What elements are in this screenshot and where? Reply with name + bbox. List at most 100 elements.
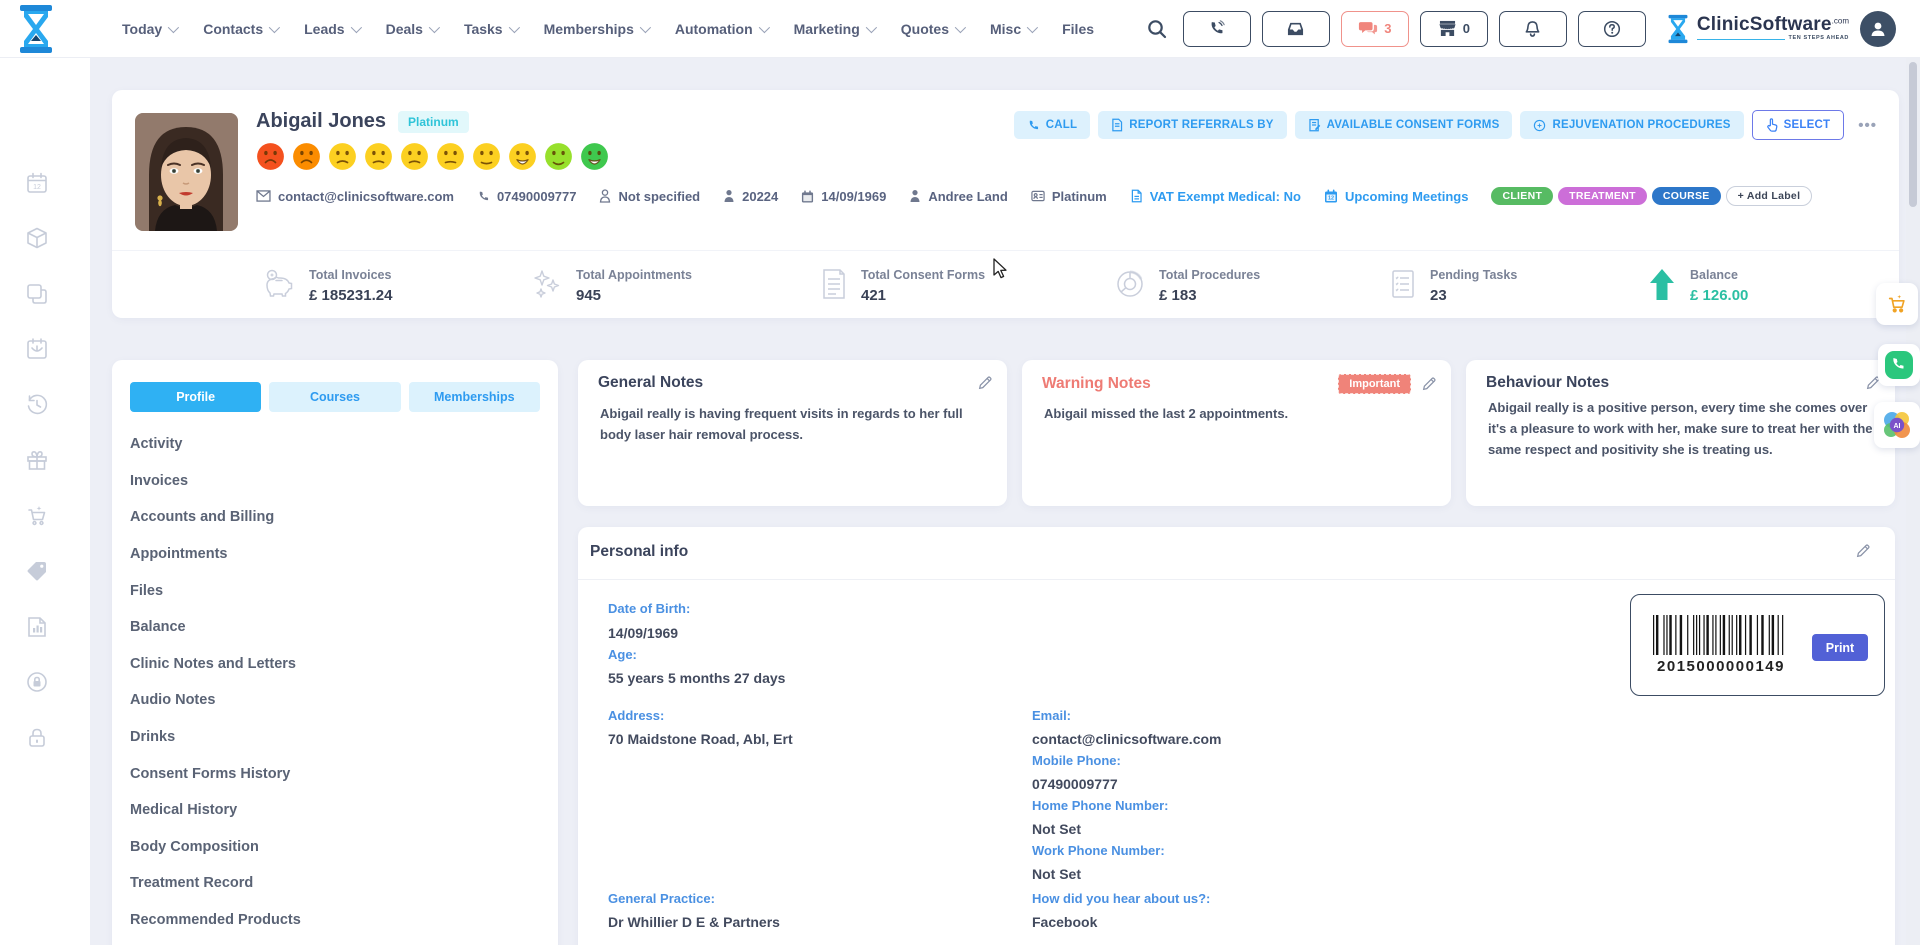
copy-pages-icon[interactable] xyxy=(25,282,49,306)
nav-contacts[interactable]: Contacts xyxy=(203,21,277,37)
meetings-calendar-icon: 12 xyxy=(1324,189,1338,203)
important-badge: Important xyxy=(1338,374,1411,394)
label-pill[interactable]: COURSE xyxy=(1652,187,1721,205)
shop-button[interactable]: 0 xyxy=(1420,11,1488,47)
client-labels: CLIENT TREATMENT COURSE + Add Label xyxy=(1491,186,1812,206)
chat-button[interactable]: 3 xyxy=(1341,11,1409,47)
cart-icon[interactable] xyxy=(25,504,49,528)
mood-scale[interactable] xyxy=(256,142,609,171)
consent-forms-button[interactable]: AVAILABLE CONSENT FORMS xyxy=(1295,111,1513,139)
mood-emoji-4[interactable] xyxy=(364,142,393,171)
lock-icon[interactable] xyxy=(25,726,49,750)
person-icon xyxy=(723,189,735,203)
menu-item-treatment-record[interactable]: Treatment Record xyxy=(130,865,530,902)
report-chart-icon[interactable] xyxy=(25,615,49,639)
clinicsoftware-brand-logo[interactable]: ClinicSoftware.com TEN STEPS AHEAD xyxy=(1665,13,1849,45)
inbox-button[interactable] xyxy=(1262,11,1330,47)
menu-item-medical-history[interactable]: Medical History xyxy=(130,792,530,829)
nav-deals[interactable]: Deals xyxy=(386,21,437,37)
stat-total-appointments: Total Appointments945 xyxy=(531,268,692,304)
mood-emoji-3[interactable] xyxy=(328,142,357,171)
mood-emoji-6[interactable] xyxy=(436,142,465,171)
label-pill[interactable]: CLIENT xyxy=(1491,187,1553,205)
menu-item-recommended-products[interactable]: Recommended Products xyxy=(130,902,530,939)
menu-item-invoices[interactable]: Invoices xyxy=(130,463,530,500)
menu-item-activity[interactable]: Activity xyxy=(130,426,530,463)
nav-automation[interactable]: Automation xyxy=(675,21,767,37)
menu-item-files[interactable]: Files xyxy=(130,572,530,609)
dob-label: Date of Birth: xyxy=(608,601,690,616)
nav-files[interactable]: Files xyxy=(1062,21,1094,37)
client-phone[interactable]: 07490009777 xyxy=(477,189,577,204)
upcoming-meetings-link[interactable]: 12 Upcoming Meetings xyxy=(1324,189,1469,204)
help-button[interactable] xyxy=(1578,11,1646,47)
menu-item-appointments[interactable]: Appointments xyxy=(130,536,530,573)
add-label-button[interactable]: + Add Label xyxy=(1726,186,1813,206)
tier-badge: Platinum xyxy=(398,111,469,133)
menu-item-drinks[interactable]: Drinks xyxy=(130,719,530,756)
select-button[interactable]: SELECT xyxy=(1752,110,1845,140)
print-barcode-button[interactable]: Print xyxy=(1812,634,1868,661)
mood-emoji-5[interactable] xyxy=(400,142,429,171)
search-icon[interactable] xyxy=(1146,18,1168,40)
edit-pencil-icon[interactable] xyxy=(1855,543,1871,559)
home-phone-label: Home Phone Number: xyxy=(1032,798,1169,813)
calendar-icon[interactable]: 12 xyxy=(25,171,49,195)
tab-profile[interactable]: Profile xyxy=(130,382,261,412)
nav-memberships[interactable]: Memberships xyxy=(544,21,648,37)
nav-today[interactable]: Today xyxy=(122,21,176,37)
clinicsoftware-hourglass-logo[interactable] xyxy=(14,4,58,54)
rejuvenation-button[interactable]: REJUVENATION PROCEDURES xyxy=(1520,111,1743,139)
mood-emoji-9[interactable] xyxy=(544,142,573,171)
mood-emoji-8[interactable] xyxy=(508,142,537,171)
user-avatar[interactable] xyxy=(1860,11,1896,47)
menu-item-balance[interactable]: Balance xyxy=(130,609,530,646)
mood-emoji-7[interactable] xyxy=(472,142,501,171)
menu-item-clinic-notes[interactable]: Clinic Notes and Letters xyxy=(130,646,530,683)
barcode-svg xyxy=(1653,615,1785,655)
more-actions-button[interactable]: ••• xyxy=(1852,117,1883,134)
stat-total-consent-forms: Total Consent Forms421 xyxy=(820,268,985,304)
mood-emoji-2[interactable] xyxy=(292,142,321,171)
edit-pencil-icon[interactable] xyxy=(977,375,993,391)
nav-marketing[interactable]: Marketing xyxy=(794,21,874,37)
floating-cart-button[interactable] xyxy=(1876,283,1918,325)
tab-courses[interactable]: Courses xyxy=(269,382,400,412)
tab-memberships[interactable]: Memberships xyxy=(409,382,540,412)
floating-phone-button[interactable] xyxy=(1878,344,1920,386)
client-email[interactable]: contact@clinicsoftware.com xyxy=(256,189,454,204)
nav-leads[interactable]: Leads xyxy=(304,21,358,37)
call-button[interactable]: CALL xyxy=(1014,111,1090,139)
report-referrals-button[interactable]: REPORT REFERRALS BY xyxy=(1098,111,1286,139)
menu-item-accounts-billing[interactable]: Accounts and Billing xyxy=(130,499,530,536)
vat-exempt-link[interactable]: VAT Exempt Medical: No xyxy=(1130,189,1301,204)
menu-item-body-composition[interactable]: Body Composition xyxy=(130,829,530,866)
price-tag-icon[interactable] xyxy=(25,559,49,583)
edit-pencil-icon[interactable] xyxy=(1421,376,1437,392)
gift-icon[interactable] xyxy=(25,448,49,472)
chevron-down-icon xyxy=(640,21,651,32)
client-photo[interactable] xyxy=(135,113,238,231)
client-dob: 14/09/1969 xyxy=(801,189,886,204)
help-icon xyxy=(1603,20,1621,38)
gp-value: Dr Whillier D E & Partners xyxy=(608,914,780,930)
label-pill[interactable]: TREATMENT xyxy=(1558,187,1647,205)
mood-emoji-10[interactable] xyxy=(580,142,609,171)
booking-calendar-icon[interactable] xyxy=(25,337,49,361)
floating-ai-button[interactable]: AI xyxy=(1874,402,1920,448)
warning-notes-title: Warning Notes xyxy=(1042,375,1151,393)
dialer-button[interactable] xyxy=(1183,11,1251,47)
nav-tasks[interactable]: Tasks xyxy=(464,21,517,37)
age-label: Age: xyxy=(608,647,637,662)
menu-item-audio-notes[interactable]: Audio Notes xyxy=(130,682,530,719)
dob-value: 14/09/1969 xyxy=(608,625,678,641)
page-scrollbar-thumb[interactable] xyxy=(1909,62,1917,207)
history-icon[interactable] xyxy=(25,393,49,417)
account-lock-icon[interactable] xyxy=(25,670,49,694)
nav-quotes[interactable]: Quotes xyxy=(901,21,963,37)
notifications-button[interactable] xyxy=(1499,11,1567,47)
nav-misc[interactable]: Misc xyxy=(990,21,1035,37)
menu-item-consent-history[interactable]: Consent Forms History xyxy=(130,755,530,792)
package-cube-icon[interactable] xyxy=(25,226,49,250)
mood-emoji-1[interactable] xyxy=(256,142,285,171)
